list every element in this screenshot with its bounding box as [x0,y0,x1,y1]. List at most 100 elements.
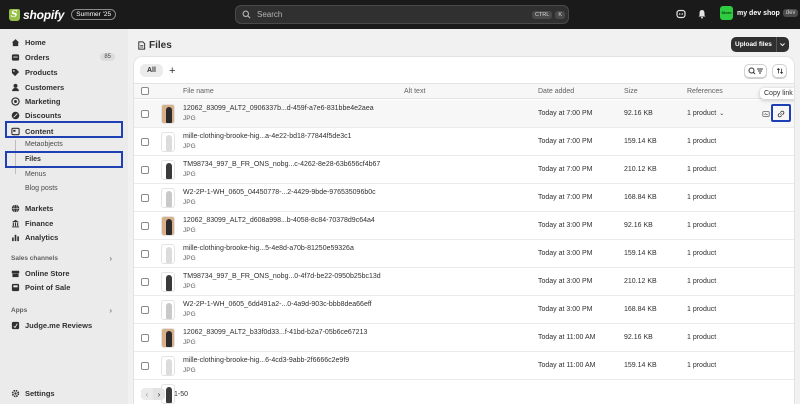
row-checkbox[interactable] [141,306,149,314]
shortcut-ctrl: CTRL [531,10,553,19]
chevron-right-icon[interactable]: › [109,254,112,263]
tab-all[interactable]: All [140,64,163,77]
row-checkbox[interactable] [141,362,149,370]
table-row[interactable]: TM98734_997_B_FR_ONS_nobg...0-4f7d-be22-… [134,268,794,296]
file-name[interactable]: W2-2P-1-WH_0605_6dd491a2-...0-4a9d-903c-… [183,301,372,308]
col-alt-text[interactable]: Alt text [404,88,425,95]
upload-options-button[interactable] [775,37,789,52]
table-row[interactable]: 12062_83099_ALT2_b33f0d33...f-41bd-b2a7-… [134,324,794,352]
file-name[interactable]: TM98734_997_B_FR_ONS_nobg...0-4f7d-be22-… [183,273,381,280]
add-view-button[interactable]: + [169,65,175,76]
file-thumbnail[interactable] [161,272,175,292]
row-checkbox[interactable] [141,138,149,146]
table-row[interactable]: 12062_83099_ALT2_0906337b...d-459f-a7e6-… [134,100,794,128]
file-name[interactable]: 12062_83099_ALT2_0906337b...d-459f-a7e6-… [183,105,374,112]
store-switcher[interactable]: Store my dev shop dev [720,6,799,20]
file-name[interactable]: 12062_83099_ALT2_b33f0d33...f-41bd-b2a7-… [183,329,367,336]
references: 1 product [687,362,716,369]
date-added: Today at 3:00 PM [538,306,593,313]
table-row[interactable]: mille-clothing-brooke-hig...6-4cd3-9abb-… [134,352,794,380]
search-input[interactable]: Search CTRL K [235,5,569,24]
sidebar-item-label: Markets [25,203,54,213]
col-date-added[interactable]: Date added [538,88,574,95]
sidebar-item-point-of-sale[interactable]: Point of Sale [7,280,121,294]
sort-button[interactable] [772,64,787,78]
sidekick-icon[interactable] [676,9,686,19]
file-thumbnail[interactable] [161,160,175,180]
table-row[interactable]: 12062_83099_ALT2_d608a998...b-4058-8c84-… [134,212,794,240]
table-row[interactable]: W2-2P-1-WH_0605_6dd491a2-...0-4a9d-903c-… [134,296,794,324]
apps-heading[interactable]: Apps [11,307,27,314]
references-text: 1 product [687,250,717,257]
table-row[interactable] [134,380,794,404]
chevron-right-icon[interactable]: › [109,306,112,315]
references[interactable]: 1 product ⌄ [687,110,724,117]
col-size[interactable]: Size [624,88,638,95]
sidebar-item-products[interactable]: Products [7,65,121,79]
search-filter-icon [748,67,763,75]
table-row[interactable]: mille-clothing-brooke-hig...a-4e22-bd18-… [134,128,794,156]
row-checkbox[interactable] [141,166,149,174]
date-added: Today at 7:00 PM [538,194,593,201]
col-file-name[interactable]: File name [183,88,214,95]
file-thumbnail[interactable] [161,328,175,348]
sidebar-item-menus[interactable]: Menus [7,168,121,181]
file-thumbnail[interactable] [161,244,175,264]
sidebar-item-home[interactable]: Home [7,35,121,49]
upload-files-button[interactable]: Upload files [731,37,776,52]
file-thumbnail[interactable] [161,188,175,208]
sidebar-item-orders[interactable]: Orders 85 [7,50,121,64]
bell-icon[interactable] [697,9,707,19]
file-type: JPG [183,311,196,318]
sidebar-item-blog-posts[interactable]: Blog posts [7,182,121,195]
sidebar-item-markets[interactable]: Markets [7,201,121,215]
row-checkbox[interactable] [141,278,149,286]
sidebar-item-online-store[interactable]: Online Store [7,266,121,280]
file-thumbnail[interactable] [161,132,175,152]
files-highlight [5,151,123,168]
row-checkbox[interactable] [141,334,149,342]
sidebar-item-settings[interactable]: Settings [7,386,121,400]
file-name[interactable]: TM98734_997_B_FR_ONS_nobg...c-4262-8e28-… [183,161,380,168]
row-checkbox[interactable] [141,250,149,258]
edition-badge[interactable]: Summer '25 [71,9,117,20]
sidebar-item-judge-me[interactable]: Judge.me Reviews [7,318,121,332]
file-type: JPG [183,115,196,122]
file-size: 168.84 KB [624,194,657,201]
table-row[interactable]: mille-clothing-brooke-hig...5-4e8d-a70b-… [134,240,794,268]
sales-channels-heading[interactable]: Sales channels [11,255,58,262]
shopify-logo[interactable]: shopify [9,8,64,22]
file-name[interactable]: mille-clothing-brooke-hig...6-4cd3-9abb-… [183,357,349,364]
table-row[interactable]: TM98734_997_B_FR_ONS_nobg...c-4262-8e28-… [134,156,794,184]
file-thumbnail[interactable] [161,300,175,320]
next-page-button[interactable]: › [153,388,165,400]
sidebar-item-customers[interactable]: Customers [7,80,121,94]
file-name[interactable]: mille-clothing-brooke-hig...a-4e22-bd18-… [183,133,352,140]
file-thumbnail[interactable] [161,104,175,124]
preview-icon[interactable] [760,108,771,119]
file-type: JPG [183,367,196,374]
row-checkbox[interactable] [141,194,149,202]
sidebar-item-finance[interactable]: Finance [7,216,121,230]
file-name[interactable]: 12062_83099_ALT2_d608a998...b-4058-8c84-… [183,217,375,224]
sidebar-item-label: Products [25,67,58,77]
select-all-checkbox[interactable] [141,87,149,95]
chevron-down-icon[interactable]: ⌄ [719,110,724,117]
col-references[interactable]: References [687,88,723,95]
row-checkbox[interactable] [141,222,149,230]
file-name[interactable]: W2-2P-1-WH_0605_04450778-...2-4429-9bde-… [183,189,376,196]
references-text: 1 product [687,278,717,285]
sidebar-item-analytics[interactable]: Analytics [7,230,121,244]
search-filter-button[interactable] [744,64,767,78]
file-name[interactable]: mille-clothing-brooke-hig...5-4e8d-a70b-… [183,245,354,252]
sidebar-item-metaobjects[interactable]: Metaobjects [7,138,121,151]
sidebar-item-marketing[interactable]: Marketing [7,94,121,108]
file-thumbnail[interactable] [161,216,175,236]
file-size: 159.14 KB [624,250,657,257]
file-thumbnail[interactable] [161,356,175,376]
table-row[interactable]: W2-2P-1-WH_0605_04450778-...2-4429-9bde-… [134,184,794,212]
copy-link-tooltip: Copy link [760,88,794,99]
previous-page-button[interactable]: ‹ [141,388,153,400]
row-checkbox[interactable] [141,110,149,118]
sidebar-item-discounts[interactable]: Discounts [7,108,121,122]
